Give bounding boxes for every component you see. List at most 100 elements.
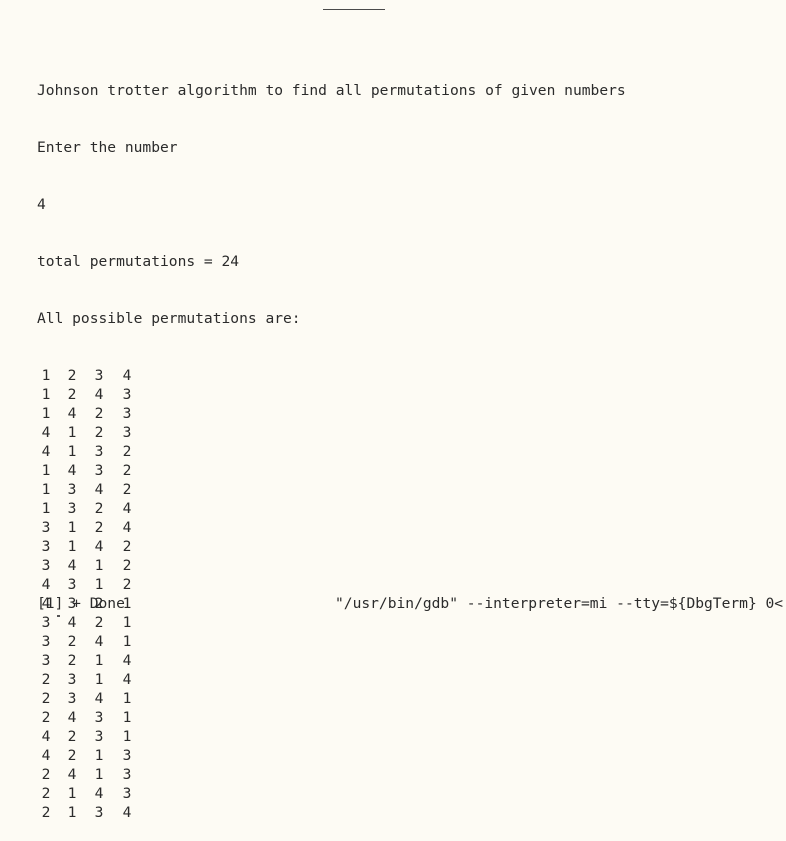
output-total-line: total permutations = 24	[37, 253, 240, 270]
permutation-row: 423 1	[37, 727, 786, 746]
permutation-value: 3	[41, 519, 51, 536]
permutation-value: 4	[94, 481, 104, 498]
output-title-line: Johnson trotter algorithm to find all pe…	[37, 82, 626, 99]
permutation-row: 312 4	[37, 518, 786, 537]
permutation-value: 3	[122, 766, 132, 783]
permutation-value: 2	[122, 443, 132, 460]
permutation-value: 4	[122, 367, 132, 384]
permutation-value: 4	[122, 500, 132, 517]
permutation-value: 3	[67, 500, 77, 517]
permutation-value: 1	[67, 785, 77, 802]
permutation-row: 143 2	[37, 461, 786, 480]
permutation-row: 124 3	[37, 385, 786, 404]
permutation-value: 2	[67, 652, 77, 669]
permutation-row: 243 1	[37, 708, 786, 727]
permutation-value: 1	[67, 443, 77, 460]
permutation-value: 1	[41, 386, 51, 403]
permutation-value: 1	[94, 652, 104, 669]
terminal-output: Johnson trotter algorithm to find all pe…	[37, 43, 786, 841]
permutation-row: 234 1	[37, 689, 786, 708]
terminal-cursor	[57, 615, 60, 617]
permutation-value: 3	[67, 671, 77, 688]
permutation-value: 4	[67, 709, 77, 726]
permutation-value: 2	[122, 481, 132, 498]
permutation-value: 1	[67, 424, 77, 441]
permutation-value: 2	[67, 728, 77, 745]
permutation-value: 1	[41, 481, 51, 498]
permutation-value: 1	[122, 728, 132, 745]
permutation-value: 1	[67, 804, 77, 821]
permutation-value: 1	[41, 462, 51, 479]
permutation-value: 2	[41, 709, 51, 726]
permutation-value: 3	[94, 462, 104, 479]
permutation-row: 142 3	[37, 404, 786, 423]
permutation-row: 421 3	[37, 746, 786, 765]
permutation-value: 3	[67, 481, 77, 498]
permutation-row: 3241	[37, 632, 786, 651]
permutation-value: 1	[67, 538, 77, 555]
permutation-value: 3	[67, 576, 77, 593]
permutation-row: 3421	[37, 613, 786, 632]
permutation-value: 2	[122, 538, 132, 555]
active-tab-indicator	[323, 9, 385, 10]
permutation-value: 4	[94, 538, 104, 555]
permutation-value: 1	[41, 500, 51, 517]
permutation-value: 1	[94, 557, 104, 574]
permutation-value: 1	[67, 519, 77, 536]
permutation-value: 1	[41, 367, 51, 384]
permutation-value: 4	[41, 576, 51, 593]
permutation-value: 2	[122, 576, 132, 593]
permutation-row: 231 4	[37, 670, 786, 689]
permutation-value: 1	[94, 747, 104, 764]
permutation-value: 4	[122, 804, 132, 821]
permutation-value: 4	[41, 747, 51, 764]
permutation-value: 4	[41, 443, 51, 460]
job-status-line: [1] + Done "/usr/bin/gdb" --interpreter=…	[37, 594, 786, 613]
permutation-value: 2	[94, 519, 104, 536]
permutation-value: 2	[94, 405, 104, 422]
permutation-value: 1	[94, 671, 104, 688]
permutation-value: 4	[67, 614, 77, 631]
permutation-value: 2	[94, 614, 104, 631]
permutation-value: 1	[122, 709, 132, 726]
permutation-value: 2	[122, 462, 132, 479]
permutation-value: 1	[41, 405, 51, 422]
job-done-text: [1] + Done	[37, 595, 125, 612]
permutation-row: 241 3	[37, 765, 786, 784]
permutation-value: 3	[41, 557, 51, 574]
permutation-row: 213 4	[37, 803, 786, 822]
permutation-value: 3	[94, 367, 104, 384]
permutation-value: 2	[94, 424, 104, 441]
permutation-row: 132 4	[37, 499, 786, 518]
debugger-command-text: "/usr/bin/gdb" --interpreter=mi --tty=${…	[335, 595, 784, 612]
permutation-value: 2	[41, 785, 51, 802]
permutation-value: 4	[41, 424, 51, 441]
permutation-row: 412 3	[37, 423, 786, 442]
permutation-value: 3	[41, 652, 51, 669]
permutation-value: 2	[67, 386, 77, 403]
permutation-value: 4	[122, 652, 132, 669]
permutation-value: 1	[122, 690, 132, 707]
permutation-row: 314 2	[37, 537, 786, 556]
permutation-value: 4	[67, 557, 77, 574]
permutation-value: 1	[122, 614, 132, 631]
permutation-value: 4	[94, 785, 104, 802]
permutation-value: 2	[94, 500, 104, 517]
permutation-value: 4	[122, 671, 132, 688]
permutation-value: 3	[94, 804, 104, 821]
permutation-value: 4	[94, 633, 104, 650]
permutation-row: 123 4	[37, 366, 786, 385]
permutation-value: 2	[41, 804, 51, 821]
permutation-row: 431 2	[37, 575, 786, 594]
permutation-value: 4	[41, 728, 51, 745]
permutation-value: 1	[94, 576, 104, 593]
permutation-value: 2	[41, 766, 51, 783]
permutation-value: 4	[122, 519, 132, 536]
permutation-value: 3	[94, 709, 104, 726]
permutation-value: 3	[67, 690, 77, 707]
permutation-value: 3	[122, 747, 132, 764]
permutation-value: 4	[67, 405, 77, 422]
permutation-value: 2	[67, 633, 77, 650]
output-header-line: All possible permutations are:	[37, 310, 301, 327]
permutation-value: 2	[41, 671, 51, 688]
